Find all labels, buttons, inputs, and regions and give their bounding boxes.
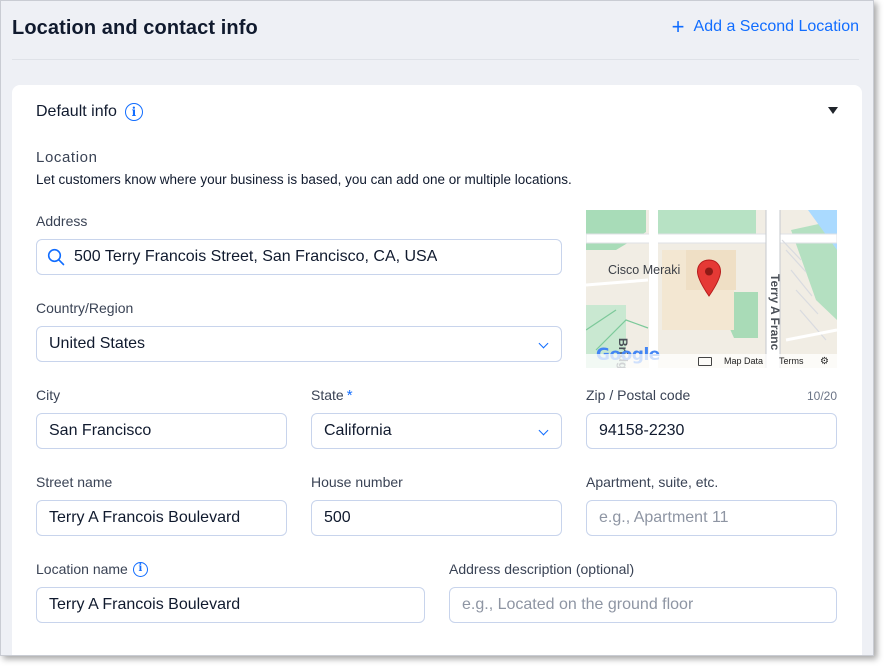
zip-label: Zip / Postal code [586, 387, 691, 403]
state-select[interactable]: California [311, 413, 562, 449]
street-label: Street name [36, 474, 113, 490]
search-icon [47, 248, 65, 266]
house-number-input[interactable]: 500 [311, 500, 562, 536]
location-description: Let customers know where your business i… [36, 172, 572, 187]
add-second-location-button[interactable]: + Add a Second Location [671, 14, 859, 39]
zip-char-counter: 10/20 [806, 389, 837, 403]
address-label: Address [36, 213, 88, 229]
address-description-input[interactable]: e.g., Located on the ground floor [449, 587, 837, 623]
city-label: City [36, 387, 61, 403]
chevron-down-icon [538, 425, 549, 436]
apartment-placeholder: e.g., Apartment 11 [599, 509, 729, 526]
map-pin-icon [696, 259, 722, 297]
map-preview[interactable]: Cisco Meraki Bridgevie Terry A Franc Goo… [586, 210, 837, 368]
house-value: 500 [324, 509, 351, 526]
city-input[interactable]: San Francisco [36, 413, 287, 449]
country-select[interactable]: United States [36, 326, 562, 362]
house-label: House number [311, 474, 403, 490]
section-header[interactable]: Default info i [36, 103, 143, 121]
divider [12, 59, 859, 60]
location-name-label: Location name i [36, 561, 148, 577]
location-name-input[interactable]: Terry A Francois Boulevard [36, 587, 425, 623]
chevron-down-icon [538, 338, 549, 349]
default-info-card: Default info i Location Let customers kn… [12, 85, 862, 655]
map-data-label: Map Data [724, 356, 764, 366]
address-value: 500 Terry Francois Street, San Francisco… [74, 248, 438, 265]
country-value: United States [49, 335, 146, 352]
address-search-input[interactable]: 500 Terry Francois Street, San Francisco… [36, 239, 562, 275]
add-second-location-label: Add a Second Location [693, 18, 859, 35]
plus-icon: + [671, 14, 685, 39]
map-place-label: Cisco Meraki [608, 263, 681, 277]
caret-down-icon[interactable] [828, 107, 838, 114]
location-settings-panel: Location and contact info + Add a Second… [0, 0, 874, 656]
apartment-label: Apartment, suite, etc. [586, 474, 719, 490]
keyboard-icon[interactable] [698, 357, 712, 366]
info-icon[interactable]: i [124, 103, 143, 121]
address-description-placeholder: e.g., Located on the ground floor [462, 596, 694, 613]
location-name-value: Terry A Francois Boulevard [49, 596, 241, 613]
location-title: Location [36, 149, 98, 166]
apartment-input[interactable]: e.g., Apartment 11 [586, 500, 837, 536]
state-label-text: State [311, 387, 344, 403]
address-description-label: Address description (optional) [449, 561, 635, 577]
info-icon[interactable]: i [132, 561, 148, 577]
map-street-label-2: Terry A Franc [768, 274, 782, 351]
page-title: Location and contact info [12, 17, 258, 39]
street-value: Terry A Francois Boulevard [49, 509, 241, 526]
country-label: Country/Region [36, 300, 134, 316]
zip-input[interactable]: 94158-2230 [586, 413, 837, 449]
required-mark: * [346, 387, 353, 404]
map-terms-link[interactable]: Terms [779, 356, 804, 366]
map-settings-icon[interactable]: ⚙ [820, 356, 829, 367]
city-value: San Francisco [49, 422, 152, 439]
state-label: State * [311, 387, 353, 404]
street-input[interactable]: Terry A Francois Boulevard [36, 500, 287, 536]
state-value: California [324, 422, 392, 439]
zip-value: 94158-2230 [599, 422, 685, 439]
location-name-label-text: Location name [36, 561, 128, 577]
section-title: Default info [36, 103, 117, 120]
